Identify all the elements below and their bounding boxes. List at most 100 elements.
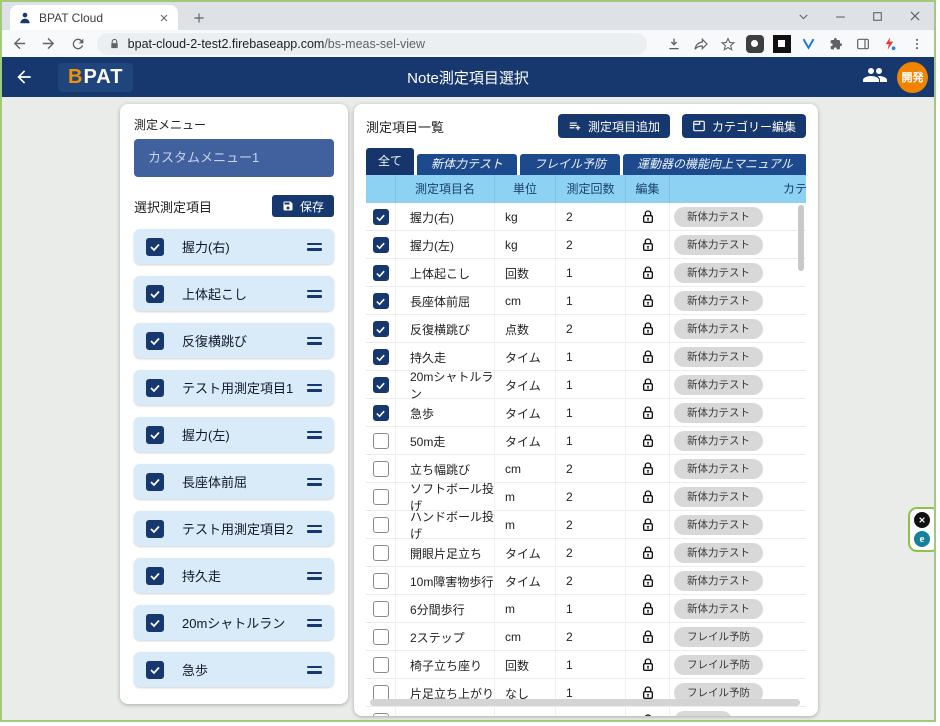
table-row[interactable]: 反復横跳び 点数 2 新体力テスト: [366, 315, 806, 343]
tab-search-chevron-icon[interactable]: [797, 10, 810, 23]
lightning-extension-icon[interactable]: [881, 35, 899, 53]
row-checkbox[interactable]: [373, 629, 389, 645]
install-app-icon[interactable]: [665, 35, 683, 53]
list-item[interactable]: テスト用測定項目1: [134, 370, 334, 405]
category-tab[interactable]: 運動器の機能向上マニュアル: [623, 154, 806, 175]
dev-badge[interactable]: 開発: [897, 62, 928, 93]
drag-handle-icon[interactable]: [307, 525, 322, 533]
list-item[interactable]: 長座体前屈: [134, 464, 334, 499]
table-row[interactable]: 急歩 タイム 1 新体力テスト: [366, 399, 806, 427]
row-checkbox[interactable]: [373, 293, 389, 309]
users-icon[interactable]: [863, 63, 887, 92]
table-row[interactable]: 50m走 タイム 1 新体力テスト: [366, 427, 806, 455]
list-item[interactable]: 持久走: [134, 558, 334, 593]
table-row[interactable]: 上体起こし 回数 1 新体力テスト: [366, 259, 806, 287]
list-item[interactable]: 急歩: [134, 652, 334, 687]
drag-handle-icon[interactable]: [307, 290, 322, 298]
minimize-button[interactable]: [834, 10, 847, 23]
item-checkbox[interactable]: [146, 614, 164, 632]
extension-icon-1[interactable]: [746, 35, 764, 53]
table-row[interactable]: 6分間歩行 m 1 新体力テスト: [366, 595, 806, 623]
table-row[interactable]: 2ステップ cm 2 フレイル予防: [366, 623, 806, 651]
item-checkbox[interactable]: [146, 473, 164, 491]
row-checkbox[interactable]: [373, 237, 389, 253]
table-row[interactable]: ハンドボール投げ m 2 新体力テスト: [366, 511, 806, 539]
row-checkbox[interactable]: [373, 321, 389, 337]
table-row[interactable]: 握力(左) kg 2 新体力テスト: [366, 231, 806, 259]
list-item[interactable]: 反復横跳び: [134, 323, 334, 358]
row-checkbox[interactable]: [373, 377, 389, 393]
category-tab[interactable]: 全て: [366, 148, 414, 175]
item-checkbox[interactable]: [146, 379, 164, 397]
reload-icon[interactable]: [68, 33, 88, 55]
item-checkbox[interactable]: [146, 426, 164, 444]
back-arrow-icon[interactable]: [14, 67, 34, 87]
maximize-button[interactable]: [871, 10, 884, 23]
row-checkbox[interactable]: [373, 405, 389, 421]
item-checkbox[interactable]: [146, 238, 164, 256]
table-row[interactable]: 握力(右) kg 2 新体力テスト: [366, 203, 806, 231]
item-checkbox[interactable]: [146, 332, 164, 350]
row-checkbox[interactable]: [373, 657, 389, 673]
browser-tab[interactable]: BPAT Cloud: [10, 5, 178, 30]
table-row[interactable]: 開眼片足立ち タイム 2 新体力テスト: [366, 539, 806, 567]
table-row[interactable]: 長座体前屈 cm 1 新体力テスト: [366, 287, 806, 315]
list-item[interactable]: テスト用測定項目2: [134, 511, 334, 546]
item-checkbox[interactable]: [146, 285, 164, 303]
row-checkbox[interactable]: [373, 573, 389, 589]
table-row[interactable]: 椅子立ち座り 回数 1 フレイル予防: [366, 651, 806, 679]
row-checkbox[interactable]: [373, 349, 389, 365]
extensions-puzzle-icon[interactable]: [827, 35, 845, 53]
item-checkbox[interactable]: [146, 567, 164, 585]
list-item[interactable]: 握力(右): [134, 229, 334, 264]
vue-devtools-icon[interactable]: [800, 35, 818, 53]
row-checkbox[interactable]: [373, 461, 389, 477]
url-bar[interactable]: bpat-cloud-2-test2.firebaseapp.com/bs-me…: [97, 33, 647, 55]
drag-handle-icon[interactable]: [307, 384, 322, 392]
edit-category-button[interactable]: カテゴリー編集: [682, 114, 806, 138]
list-item[interactable]: 上体起こし: [134, 276, 334, 311]
row-checkbox[interactable]: [373, 265, 389, 281]
table-row[interactable]: 20mシャトルラン タイム 1 新体力テスト: [366, 371, 806, 399]
row-checkbox[interactable]: [373, 545, 389, 561]
drag-handle-icon[interactable]: [307, 478, 322, 486]
list-item[interactable]: 握力(左): [134, 417, 334, 452]
row-checkbox[interactable]: [373, 601, 389, 617]
category-tab[interactable]: フレイル予防: [520, 154, 620, 175]
row-checkbox[interactable]: [373, 433, 389, 449]
browser-menu-icon[interactable]: [908, 35, 926, 53]
list-item[interactable]: 20mシャトルラン: [134, 605, 334, 640]
forward-nav-icon[interactable]: [39, 33, 59, 55]
drag-handle-icon[interactable]: [307, 619, 322, 627]
table-row[interactable]: ソフトボール投げ m 2 新体力テスト: [366, 483, 806, 511]
drag-handle-icon[interactable]: [307, 666, 322, 674]
save-button[interactable]: 保存: [272, 195, 334, 217]
drag-handle-icon[interactable]: [307, 572, 322, 580]
new-tab-button[interactable]: [188, 7, 210, 29]
drag-handle-icon[interactable]: [307, 337, 322, 345]
row-checkbox[interactable]: [373, 713, 389, 716]
share-icon[interactable]: [692, 35, 710, 53]
side-panel-icon[interactable]: [854, 35, 872, 53]
extension-icon-2[interactable]: [773, 35, 791, 53]
table-row[interactable]: 持久走 タイム 1 新体力テスト: [366, 343, 806, 371]
table-row[interactable]: 立ち幅跳び cm 2 新体力テスト: [366, 455, 806, 483]
add-item-button[interactable]: 測定項目追加: [558, 114, 670, 138]
menu-select[interactable]: カスタムメニュー1: [134, 139, 334, 177]
drag-handle-icon[interactable]: [307, 243, 322, 251]
horizontal-scrollbar[interactable]: [370, 699, 800, 706]
close-button[interactable]: [908, 9, 922, 23]
back-nav-icon[interactable]: [10, 33, 30, 55]
category-tab[interactable]: 新体力テスト: [417, 154, 517, 175]
bookmark-star-icon[interactable]: [719, 35, 737, 53]
vertical-scrollbar[interactable]: [798, 205, 804, 271]
row-checkbox[interactable]: [373, 517, 389, 533]
tab-close-icon[interactable]: [158, 12, 170, 24]
widget-close-icon[interactable]: [914, 512, 930, 528]
item-checkbox[interactable]: [146, 520, 164, 538]
widget-e-icon[interactable]: e: [914, 531, 930, 547]
table-row[interactable]: 10m障害物歩行 タイム 2 新体力テスト: [366, 567, 806, 595]
item-checkbox[interactable]: [146, 661, 164, 679]
drag-handle-icon[interactable]: [307, 431, 322, 439]
row-checkbox[interactable]: [373, 489, 389, 505]
